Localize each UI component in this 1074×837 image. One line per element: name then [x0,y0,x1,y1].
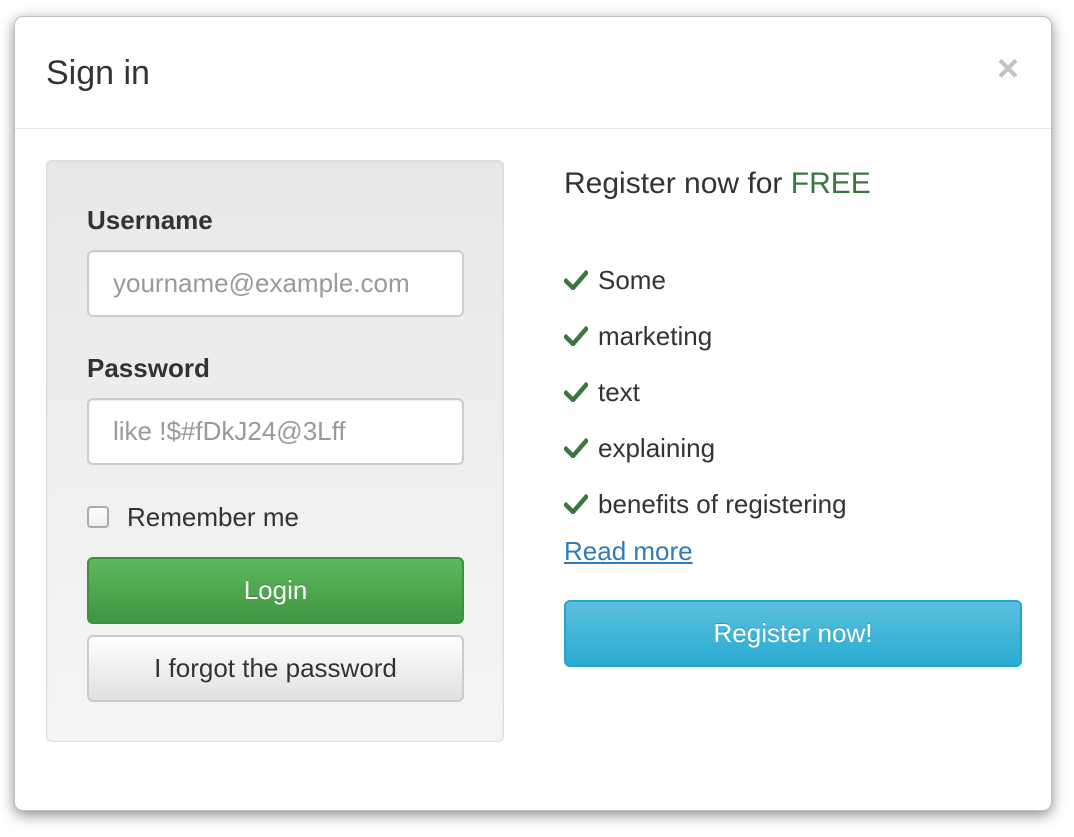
username-label: Username [87,205,213,235]
benefits-list: Some marketing text explaining benefits … [564,252,847,532]
forgot-password-button[interactable]: I forgot the password [87,635,464,702]
benefit-item-4: explaining [564,420,847,476]
register-now-button[interactable]: Register now! [564,600,1022,667]
password-label: Password [87,353,210,383]
free-highlight: FREE [790,167,871,200]
checkmark-icon [564,382,588,402]
sign-in-modal: Sign in × Username Password Remember me … [14,16,1052,811]
modal-title: Sign in [46,54,150,92]
remember-me-row[interactable]: Remember me [87,501,299,533]
benefit-item-1: Some [564,252,847,308]
remember-me-label[interactable]: Remember me [127,501,299,533]
modal-header: Sign in × [15,17,1051,129]
benefit-label: Some [598,264,666,295]
benefit-label: benefits of registering [598,488,847,519]
username-input[interactable] [87,250,464,317]
close-icon[interactable]: × [993,49,1023,89]
checkmark-icon [564,438,588,458]
benefit-item-3: text [564,364,847,420]
benefit-item-5: benefits of registering [564,476,847,532]
remember-me-checkbox[interactable] [87,506,109,528]
benefit-label: marketing [598,320,713,351]
password-input[interactable] [87,398,464,465]
checkmark-icon [564,326,588,346]
benefit-item-2: marketing [564,308,847,364]
checkmark-icon [564,494,588,514]
benefit-label: explaining [598,432,716,463]
read-more-link[interactable]: Read more [564,535,693,567]
register-heading: Register now for FREE [564,166,871,202]
login-button[interactable]: Login [87,557,464,624]
login-form-panel: Username Password Remember me Login I fo… [46,160,504,742]
benefit-label: text [598,376,640,407]
checkmark-icon [564,270,588,290]
register-heading-prefix: Register now for [564,167,791,200]
register-panel: Register now for FREE Some marketing tex… [564,160,1024,720]
